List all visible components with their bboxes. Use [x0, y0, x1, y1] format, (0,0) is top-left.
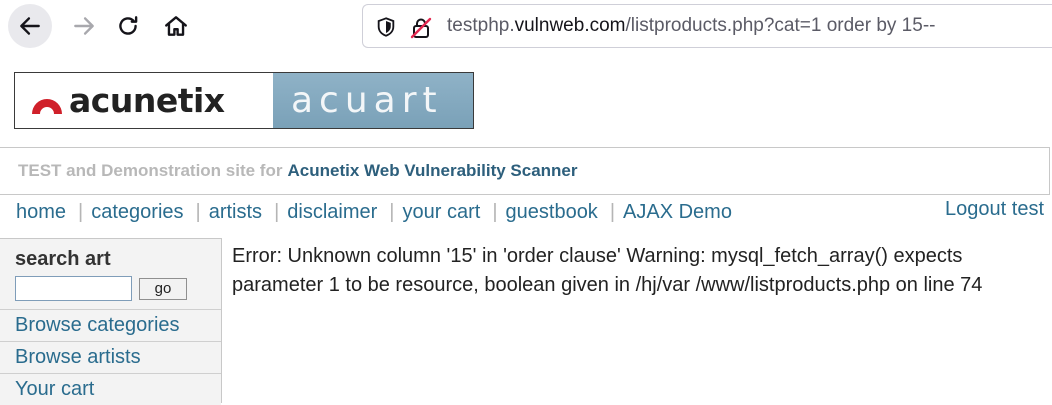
- go-button[interactable]: go: [139, 277, 187, 300]
- acunetix-logo: acunetix: [15, 73, 273, 128]
- menu-separator: |: [389, 200, 395, 223]
- sql-error-message: Error: Unknown column '15' in 'order cla…: [232, 245, 983, 296]
- tagline-prefix: TEST and Demonstration site for: [18, 161, 283, 180]
- home-button[interactable]: [154, 4, 198, 48]
- address-bar[interactable]: testphp.vulnweb.com/listproducts.php?cat…: [362, 4, 1052, 48]
- acuart-logo: acuart: [273, 73, 473, 128]
- browser-toolbar: testphp.vulnweb.com/listproducts.php?cat…: [0, 0, 1052, 52]
- reload-button[interactable]: [106, 4, 150, 48]
- menu-item-your-cart[interactable]: your cart: [403, 201, 481, 224]
- home-icon: [165, 16, 187, 36]
- menu-separator: |: [492, 200, 498, 223]
- acuart-brand-text: acuart: [291, 80, 443, 121]
- menu-separator: |: [78, 200, 84, 223]
- sidebar-item-browse-categories[interactable]: Browse categories: [0, 309, 221, 341]
- insecure-lock-icon[interactable]: [409, 16, 433, 40]
- tagline-product-link[interactable]: Acunetix Web Vulnerability Scanner: [287, 161, 577, 181]
- sidebar-item-browse-artists[interactable]: Browse artists: [0, 341, 221, 373]
- menu-separator: |: [274, 200, 280, 223]
- url-domain: vulnweb.com: [514, 15, 626, 36]
- menu-item-categories[interactable]: categories: [91, 201, 183, 224]
- left-sidebar: search art go Browse categories Browse a…: [0, 238, 222, 405]
- sidebar-item-your-cart[interactable]: Your cart: [0, 373, 221, 405]
- search-input[interactable]: [15, 276, 132, 301]
- arrow-left-icon: [20, 17, 40, 35]
- search-row: go: [15, 276, 221, 301]
- menu-item-guestbook[interactable]: guestbook: [506, 201, 598, 224]
- main-menu: home | categories | artists | disclaimer…: [16, 198, 732, 226]
- shield-icon[interactable]: [375, 16, 397, 38]
- menu-item-home[interactable]: home: [16, 201, 66, 224]
- search-title: search art: [15, 248, 111, 270]
- menu-separator: |: [195, 200, 201, 223]
- acunetix-brand-text: acunetix: [69, 81, 225, 120]
- back-button[interactable]: [8, 4, 52, 48]
- url-text[interactable]: testphp.vulnweb.com/listproducts.php?cat…: [447, 15, 935, 37]
- acunetix-logo-mark-icon: [32, 98, 62, 114]
- menu-separator: |: [609, 200, 616, 223]
- menu-item-artists[interactable]: artists: [209, 201, 262, 224]
- url-suffix: /listproducts.php?cat=1 order by 15--: [625, 15, 936, 36]
- logout-link[interactable]: Logout test: [945, 198, 1044, 221]
- menu-item-disclaimer[interactable]: disclaimer: [287, 201, 377, 224]
- forward-button[interactable]: [62, 4, 106, 48]
- site-tagline: TEST and Demonstration site for Acunetix…: [0, 147, 1050, 195]
- site-logo[interactable]: acunetix acuart: [14, 72, 474, 129]
- reload-icon: [119, 16, 138, 35]
- arrow-right-icon: [74, 17, 94, 35]
- search-art-form: search art go: [0, 239, 221, 309]
- menu-item-ajax-demo[interactable]: AJAX Demo: [623, 201, 732, 224]
- url-prefix: testphp.: [447, 15, 515, 36]
